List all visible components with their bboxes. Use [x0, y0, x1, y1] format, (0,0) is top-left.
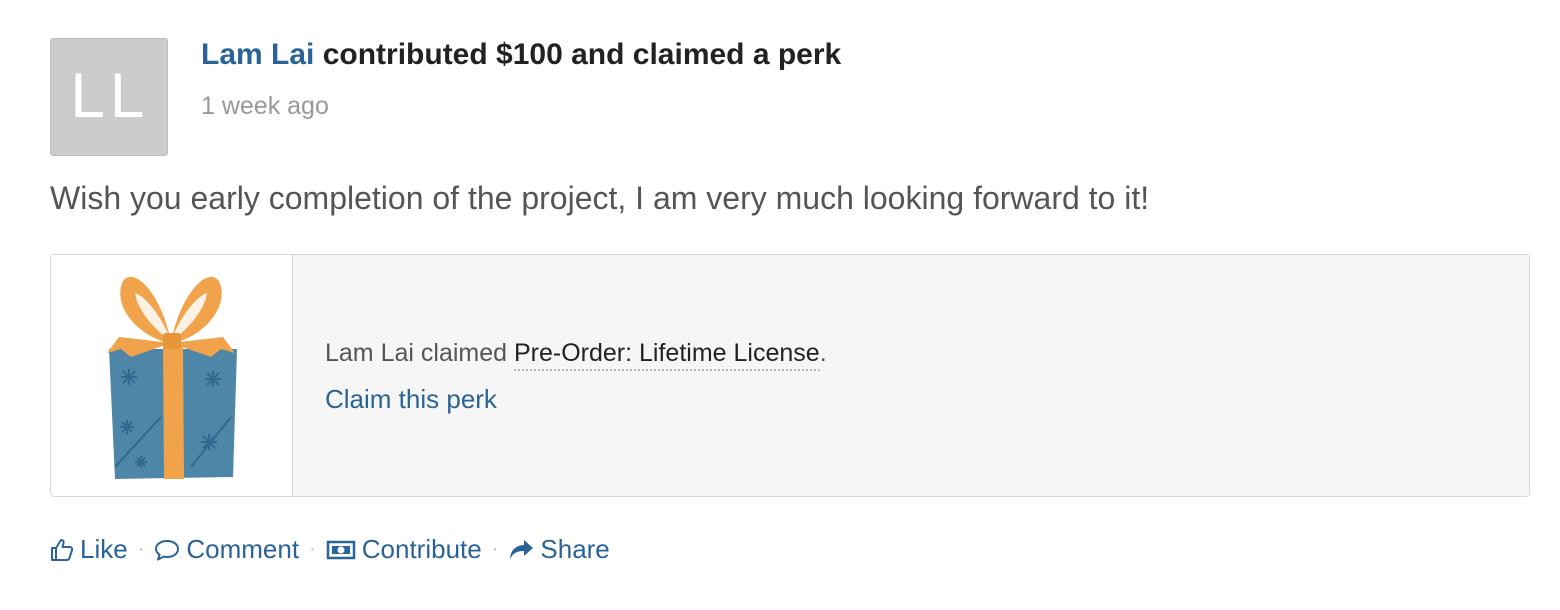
post-actions: Like · Comment · Contribute · Share — [50, 534, 610, 565]
perk-claim-text: Lam Lai claimed Pre-Order: Lifetime Lice… — [325, 339, 827, 371]
thumbs-up-icon — [51, 538, 74, 561]
share-button[interactable]: Share — [508, 534, 610, 565]
avatar-initials: LL — [69, 62, 149, 132]
contribute-label: Contribute — [361, 534, 482, 564]
share-label: Share — [540, 534, 610, 564]
action-separator: · — [137, 538, 145, 560]
author-link[interactable]: Lam Lai — [201, 38, 314, 71]
action-separator: · — [491, 538, 499, 560]
share-icon — [510, 539, 534, 559]
contribute-button[interactable]: Contribute — [326, 534, 482, 565]
claim-perk-link[interactable]: Claim this perk — [325, 384, 497, 415]
perk-claimer: Lam Lai — [325, 339, 414, 367]
action-separator: · — [309, 538, 316, 560]
header-action-text: contributed $100 and claimed a perk — [314, 38, 842, 71]
perk-image — [51, 255, 293, 496]
post-header: Lam Lai contributed $100 and claimed a p… — [201, 38, 841, 72]
avatar[interactable]: LL — [50, 38, 168, 156]
perk-claimed-word: claimed — [413, 339, 514, 367]
comment-button[interactable]: Comment — [154, 534, 299, 565]
like-button[interactable]: Like — [50, 534, 128, 565]
perk-period: . — [819, 339, 827, 367]
like-label: Like — [80, 534, 128, 564]
money-icon — [326, 540, 355, 559]
gift-icon — [107, 276, 237, 479]
post-message: Wish you early completion of the project… — [50, 180, 1150, 216]
perk-name[interactable]: Pre-Order: Lifetime License — [514, 339, 820, 371]
perk-card: Lam Lai claimed Pre-Order: Lifetime Lice… — [50, 254, 1530, 497]
post-timestamp[interactable]: 1 week ago — [201, 92, 329, 121]
comment-icon — [155, 539, 180, 560]
comment-label: Comment — [186, 534, 300, 564]
